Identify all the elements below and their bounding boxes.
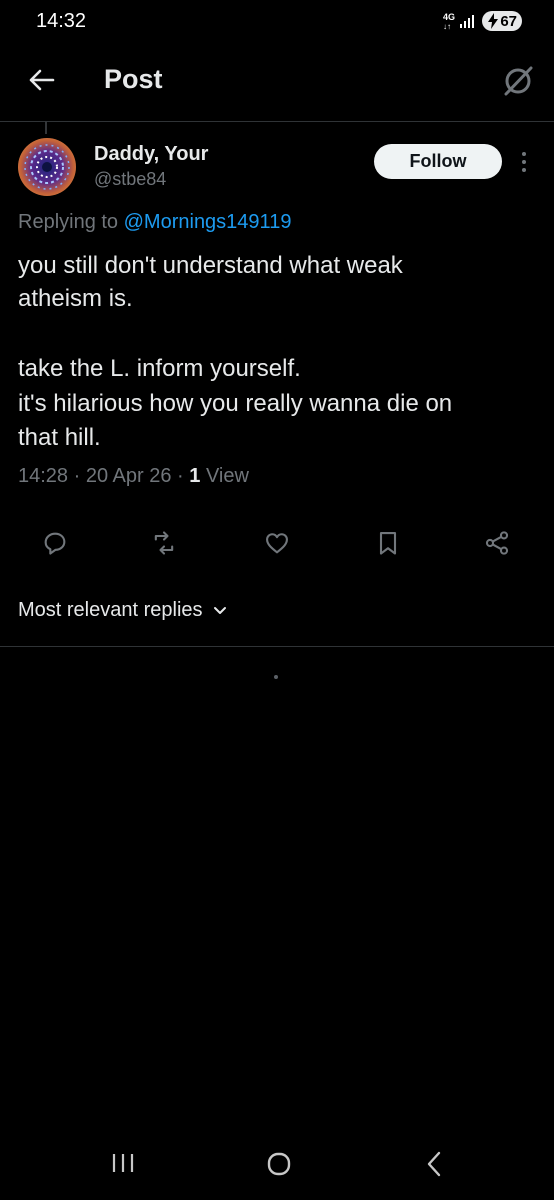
reply-button[interactable] bbox=[39, 527, 71, 559]
share-button[interactable] bbox=[481, 527, 513, 559]
author-name[interactable]: Daddy, Your bbox=[94, 143, 208, 166]
back-button[interactable] bbox=[24, 62, 60, 98]
reply-prefix: Replying to bbox=[18, 211, 124, 233]
reply-to-handle-link[interactable]: @Mornings149119 bbox=[124, 211, 292, 233]
signal-icon bbox=[460, 15, 474, 28]
post-text-line: take the L. inform yourself. bbox=[18, 355, 301, 382]
repost-button[interactable] bbox=[148, 527, 180, 559]
like-icon bbox=[266, 533, 288, 554]
bookmark-button[interactable] bbox=[372, 527, 404, 559]
bookmark-icon bbox=[379, 532, 397, 555]
more-vertical-icon bbox=[522, 152, 526, 172]
home-icon[interactable] bbox=[266, 1151, 292, 1177]
network-type: 4G ↓↑ bbox=[443, 12, 456, 32]
thread-line bbox=[45, 121, 47, 134]
like-button[interactable] bbox=[261, 527, 293, 559]
charging-icon bbox=[488, 13, 498, 29]
grok-icon bbox=[504, 66, 533, 96]
author-handle[interactable]: @stbe84 bbox=[94, 169, 166, 190]
follow-button[interactable]: Follow bbox=[374, 144, 502, 179]
post-date: 20 Apr 26 bbox=[85, 465, 172, 487]
fractal-avatar-image bbox=[18, 138, 76, 196]
share-icon bbox=[485, 531, 509, 555]
status-time: 14:32 bbox=[36, 10, 87, 32]
replies-sort-dropdown[interactable]: Most relevant replies bbox=[18, 599, 227, 622]
avatar[interactable] bbox=[18, 138, 76, 196]
page-title: Post bbox=[104, 64, 163, 94]
repost-icon bbox=[154, 531, 174, 555]
post-time: 14:28 bbox=[18, 465, 69, 487]
replies-sort-label: Most relevant replies bbox=[18, 599, 203, 621]
post-views-count: 1 bbox=[189, 465, 201, 487]
post-meta: 14:28 · 20 Apr 26 · 1 View bbox=[18, 465, 249, 487]
grok-button[interactable] bbox=[500, 63, 536, 99]
loading-indicator bbox=[274, 675, 278, 679]
arrow-left-icon bbox=[29, 69, 55, 91]
header-divider bbox=[0, 121, 554, 122]
post-text-line: atheism is. bbox=[18, 285, 133, 312]
reply-icon bbox=[44, 532, 66, 555]
chevron-down-icon bbox=[213, 606, 226, 614]
post-text-line: that hill. bbox=[18, 424, 101, 451]
section-divider bbox=[0, 646, 554, 647]
more-options-button[interactable] bbox=[514, 148, 534, 176]
battery-level: 67 bbox=[500, 12, 517, 30]
recents-icon[interactable] bbox=[110, 1152, 136, 1174]
nav-back-icon[interactable] bbox=[424, 1150, 444, 1178]
post-views-label[interactable]: View bbox=[206, 465, 249, 487]
reply-context: Replying to @Mornings149119 bbox=[18, 211, 291, 234]
post-text-line: you still don't understand what weak bbox=[18, 252, 403, 279]
post-text-line: it's hilarious how you really wanna die … bbox=[18, 390, 453, 417]
